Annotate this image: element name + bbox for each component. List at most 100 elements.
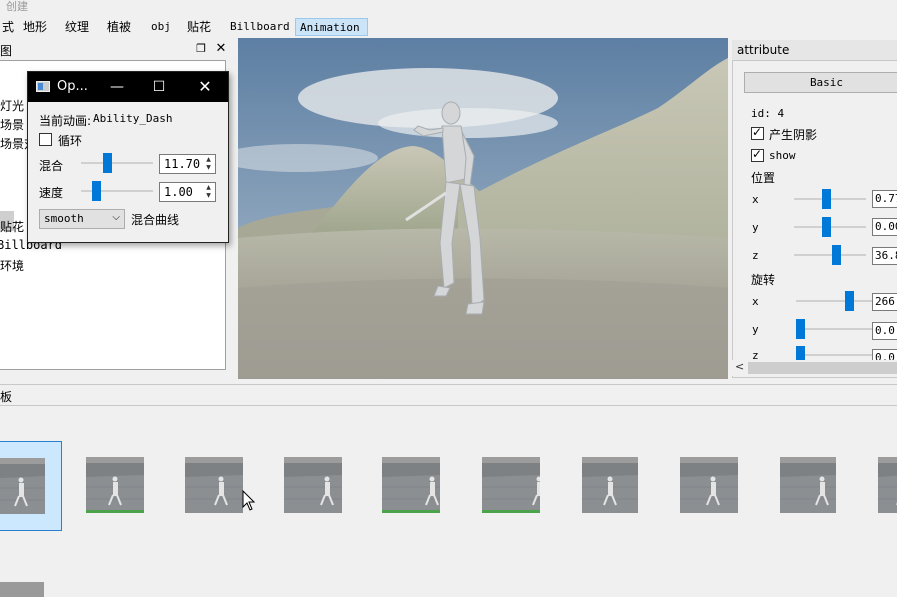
thumbnail-image [780,457,836,513]
mouse-cursor-icon [242,490,256,511]
dock-title: 图 [0,44,13,58]
bottom-panel-title: 板 [0,390,13,404]
rot-x-slider-handle[interactable] [844,291,854,311]
thumbnail-image [482,457,540,513]
animation-thumbnail[interactable] [0,441,62,531]
menu-item-texture[interactable]: 纹理 [59,18,95,36]
blend-slider-handle[interactable] [103,153,113,173]
close-icon[interactable]: ✕ [214,42,228,56]
animation-thumbnail[interactable] [482,457,540,515]
basic-button[interactable]: Basic [744,72,897,93]
pos-x-label: x [752,193,759,206]
rot-z-slider-track[interactable] [796,354,872,356]
blend-curve-combo[interactable]: smooth ⌵ [39,209,125,229]
minimize-icon[interactable]: — [106,76,128,98]
menu-item-obj[interactable]: obj [145,18,177,36]
animation-thumbnail[interactable] [284,457,342,515]
window-title: 创建 [6,0,28,13]
show-label: show [769,149,796,162]
menu-item-animation[interactable]: Animation [295,18,368,36]
tree-item-light[interactable]: 灯光 [0,97,24,114]
pos-z-slider-track[interactable] [794,254,866,256]
menu-item-billboard[interactable]: Billboard [224,18,296,36]
rot-y-slider-track[interactable] [796,328,872,330]
rot-x-label: x [752,295,759,308]
chevron-left-icon[interactable]: < [735,360,744,373]
dock-header: 图 ❐ ✕ [0,40,232,59]
dialog-title: Op... [57,79,88,94]
thumbnail-image [680,457,738,513]
rot-y-slider-handle[interactable] [796,319,805,339]
rot-y-field[interactable]: 0.0 [872,322,897,340]
spin-up-icon[interactable]: ▲ [203,184,214,192]
dialog-titlebar[interactable]: Op... — ☐ ✕ [28,72,228,102]
tree-item-environment[interactable]: 环境 [0,257,24,274]
3d-viewport[interactable] [238,38,728,379]
rot-z-slider-handle[interactable] [796,346,805,360]
rot-x-slider-track[interactable] [796,300,872,302]
blend-spinbox[interactable]: 11.70 ▲ ▼ [159,154,216,174]
animation-thumbnail[interactable] [680,457,738,515]
tree-item-scene[interactable]: 场景 [0,116,24,133]
blend-value: 11.70 [164,157,201,171]
thumbnail-partial[interactable] [0,582,44,597]
maximize-icon[interactable]: ☐ [148,76,170,98]
animation-thumbnail[interactable] [878,457,897,515]
attribute-horizontal-scrollbar[interactable]: < [732,360,897,376]
speed-value: 1.00 [164,185,193,199]
spin-up-icon[interactable]: ▲ [203,156,214,164]
position-label: 位置 [751,171,776,185]
menu-item-vegetation[interactable]: 植被 [101,18,137,36]
animation-thumbnail[interactable] [382,457,440,515]
pos-z-slider-handle[interactable] [831,245,841,265]
menubar: 式 地形 纹理 植被 obj 贴花 Billboard Animation [0,17,897,37]
tree-item-decal[interactable]: 贴花 [0,218,24,235]
chevron-down-icon: ⌵ [112,212,120,223]
spin-down-icon[interactable]: ▼ [203,164,214,172]
pos-x-slider-handle[interactable] [822,189,832,209]
thumbnail-image [878,457,897,513]
pos-x-field[interactable]: 0.77 [872,190,897,208]
animation-thumbnail[interactable] [780,457,836,515]
animation-options-dialog: Op... — ☐ ✕ 当前动画: Ability_Dash 循环 混合 11.… [27,71,229,243]
rotation-label: 旋转 [751,273,776,287]
cast-shadow-checkbox[interactable] [751,125,764,140]
show-checkbox[interactable] [751,147,764,162]
viewport-scene [238,38,728,379]
pos-y-slider-handle[interactable] [822,217,832,237]
animation-thumbnail[interactable] [86,457,144,515]
cast-shadow-label: 产生阴影 [769,128,818,142]
pos-y-label: y [752,221,759,234]
attribute-header: attribute [732,40,897,60]
restore-icon[interactable]: ❐ [194,42,208,56]
app-icon [36,81,50,92]
id-text: id: 4 [751,107,785,120]
blend-curve-value: smooth [44,212,84,225]
attribute-panel: attribute Basic id: 4 产生阴影 show 位置 x 0.7… [732,38,897,380]
pos-y-field[interactable]: 0.00 [872,218,897,236]
speed-spinbox[interactable]: 1.00 ▲ ▼ [159,182,216,202]
rot-x-field[interactable]: 266 [872,293,897,311]
current-animation-value: Ability_Dash [93,112,173,125]
blend-slider-track[interactable] [81,162,153,164]
menu-item-terrain[interactable]: 地形 [17,18,53,36]
thumbnail-image [0,458,45,514]
pos-z-field[interactable]: 36.8 [872,247,897,265]
menu-item-decal[interactable]: 贴花 [181,18,217,36]
attribute-body: Basic id: 4 产生阴影 show 位置 x 0.77 y 0.00 z… [732,60,897,378]
animation-thumbnail[interactable] [185,457,243,515]
loop-checkbox[interactable] [39,133,52,146]
spin-down-icon[interactable]: ▼ [203,192,214,200]
speed-slider-handle[interactable] [92,181,102,201]
animation-thumbnail[interactable] [582,457,638,515]
scrollbar-thumb[interactable] [748,362,897,374]
thumbnail-image [185,457,243,513]
bottom-panel-header: 板 [0,384,897,406]
current-animation-label: 当前动画: [39,114,92,128]
pos-z-label: z [752,249,759,262]
rot-y-label: y [752,323,759,336]
close-icon[interactable]: ✕ [194,76,216,98]
animation-thumbnail-panel [0,407,897,597]
loop-label: 循环 [58,134,83,148]
window-title-bar: 创建 [0,0,897,16]
